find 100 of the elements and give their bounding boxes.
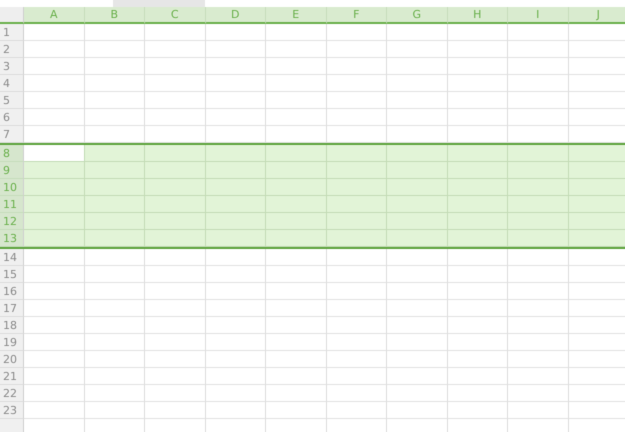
table-cell[interactable]	[326, 402, 387, 419]
table-cell[interactable]	[84, 126, 145, 143]
table-cell[interactable]	[24, 249, 84, 266]
table-cell[interactable]	[387, 41, 448, 58]
row-header[interactable]: 17	[0, 300, 24, 317]
table-cell[interactable]	[206, 249, 266, 266]
table-cell[interactable]	[266, 196, 326, 213]
table-cell[interactable]	[568, 249, 625, 266]
table-cell[interactable]	[84, 402, 145, 419]
table-cell[interactable]	[206, 283, 266, 300]
column-header[interactable]: I	[508, 7, 568, 24]
table-cell[interactable]	[24, 41, 84, 58]
table-cell[interactable]	[568, 213, 625, 230]
table-cell[interactable]	[387, 385, 448, 402]
table-cell[interactable]	[568, 162, 625, 179]
table-cell[interactable]	[266, 266, 326, 283]
table-cell[interactable]	[145, 41, 206, 58]
column-header[interactable]: D	[206, 7, 266, 24]
table-cell[interactable]	[568, 283, 625, 300]
table-cell[interactable]	[206, 230, 266, 247]
table-cell[interactable]	[448, 75, 508, 92]
column-header[interactable]: E	[266, 7, 326, 24]
table-cell[interactable]	[326, 126, 387, 143]
table-cell[interactable]	[84, 58, 145, 75]
table-cell[interactable]	[387, 92, 448, 109]
table-cell[interactable]	[326, 385, 387, 402]
table-cell[interactable]	[24, 58, 84, 75]
table-cell[interactable]	[266, 213, 326, 230]
table-cell[interactable]	[326, 41, 387, 58]
table-cell[interactable]	[508, 179, 568, 196]
table-cell[interactable]	[266, 300, 326, 317]
row-header[interactable]: 7	[0, 126, 24, 143]
table-cell[interactable]	[24, 300, 84, 317]
table-cell[interactable]	[568, 351, 625, 368]
table-cell[interactable]	[448, 300, 508, 317]
table-cell[interactable]	[448, 402, 508, 419]
row-header[interactable]: 15	[0, 266, 24, 283]
table-cell[interactable]	[145, 179, 206, 196]
column-header[interactable]: A	[24, 7, 84, 24]
row-header[interactable]: 19	[0, 334, 24, 351]
table-cell[interactable]	[448, 351, 508, 368]
table-cell[interactable]	[84, 249, 145, 266]
table-cell[interactable]	[84, 109, 145, 126]
table-cell[interactable]	[206, 402, 266, 419]
table-cell[interactable]	[84, 334, 145, 351]
table-cell[interactable]	[448, 109, 508, 126]
table-cell[interactable]	[84, 351, 145, 368]
table-cell[interactable]	[206, 213, 266, 230]
table-cell[interactable]	[84, 283, 145, 300]
row-header[interactable]: 23	[0, 402, 24, 419]
table-cell[interactable]	[508, 317, 568, 334]
row-header[interactable]: 11	[0, 196, 24, 213]
table-cell[interactable]	[145, 300, 206, 317]
table-cell[interactable]	[508, 283, 568, 300]
table-cell[interactable]	[24, 230, 84, 247]
table-cell[interactable]	[326, 145, 387, 162]
table-cell[interactable]	[387, 402, 448, 419]
table-cell[interactable]	[508, 162, 568, 179]
row-header[interactable]: 16	[0, 283, 24, 300]
table-cell[interactable]	[326, 334, 387, 351]
table-cell[interactable]	[508, 249, 568, 266]
table-cell[interactable]	[448, 249, 508, 266]
table-cell[interactable]	[326, 58, 387, 75]
table-cell[interactable]	[508, 75, 568, 92]
table-cell[interactable]	[508, 58, 568, 75]
row-header[interactable]: 6	[0, 109, 24, 126]
table-cell[interactable]	[568, 334, 625, 351]
table-cell[interactable]	[206, 385, 266, 402]
table-cell[interactable]	[24, 126, 84, 143]
table-cell[interactable]	[145, 368, 206, 385]
table-cell[interactable]	[206, 351, 266, 368]
table-cell[interactable]	[448, 179, 508, 196]
table-cell[interactable]	[84, 230, 145, 247]
row-header[interactable]: 20	[0, 351, 24, 368]
table-cell[interactable]	[24, 109, 84, 126]
row-header[interactable]: 4	[0, 75, 24, 92]
table-cell[interactable]	[266, 58, 326, 75]
column-header[interactable]: J	[568, 7, 625, 24]
row-header[interactable]: 8	[0, 145, 24, 162]
table-cell[interactable]	[24, 317, 84, 334]
table-cell[interactable]	[145, 249, 206, 266]
table-cell[interactable]	[448, 145, 508, 162]
table-cell[interactable]	[206, 126, 266, 143]
table-cell[interactable]	[266, 145, 326, 162]
row-header[interactable]: 5	[0, 92, 24, 109]
table-cell[interactable]	[266, 126, 326, 143]
table-cell[interactable]	[24, 92, 84, 109]
table-cell[interactable]	[206, 334, 266, 351]
table-cell[interactable]	[266, 92, 326, 109]
table-cell[interactable]	[326, 179, 387, 196]
table-cell[interactable]	[387, 58, 448, 75]
active-cell[interactable]	[24, 145, 84, 162]
table-cell[interactable]	[387, 162, 448, 179]
table-cell[interactable]	[266, 24, 326, 41]
table-cell[interactable]	[508, 266, 568, 283]
table-cell[interactable]	[145, 334, 206, 351]
table-cell[interactable]	[326, 283, 387, 300]
table-cell[interactable]	[326, 249, 387, 266]
table-cell[interactable]	[266, 75, 326, 92]
table-cell[interactable]	[84, 24, 145, 41]
